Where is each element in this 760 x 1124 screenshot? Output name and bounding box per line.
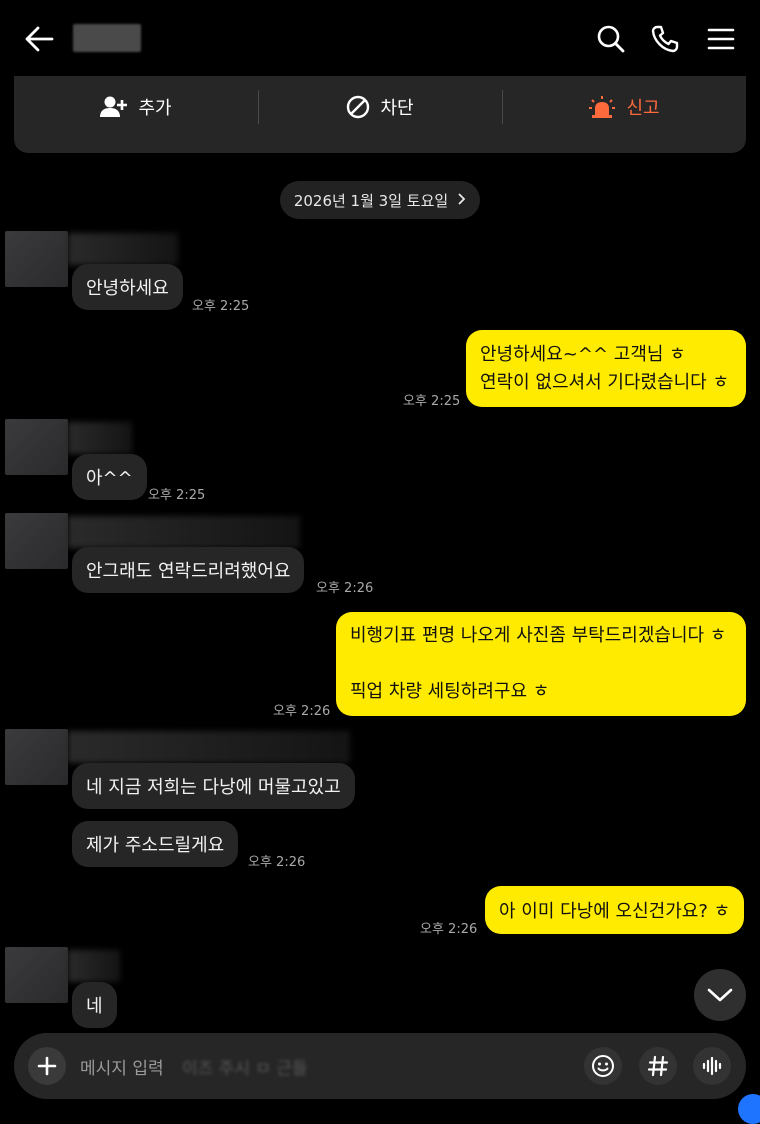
message-time: 오후 2:26 bbox=[248, 855, 306, 870]
add-user-icon bbox=[100, 96, 128, 117]
outgoing-message-bubble[interactable]: 비행기표 편명 나오게 사진좀 부탁드리겠습니다 ㅎ 픽업 차량 세팅하려구요 … bbox=[336, 612, 746, 716]
message-time: 오후 2:26 bbox=[273, 704, 331, 719]
incoming-message-bubble[interactable]: 아^^ bbox=[72, 454, 147, 500]
message-text: 안녕하세요 bbox=[86, 278, 169, 299]
emoji-button[interactable] bbox=[584, 1047, 622, 1085]
message-line: 비행기표 편명 나오게 사진좀 부탁드리겠습니다 ㅎ bbox=[350, 625, 727, 646]
sender-name-blurred bbox=[68, 950, 120, 982]
incoming-message-bubble[interactable]: 안그래도 연락드리려했어요 bbox=[72, 547, 305, 593]
message-text: 아 이미 다낭에 오신건가요? ㅎ bbox=[499, 901, 731, 922]
avatar[interactable] bbox=[5, 947, 68, 1003]
report-label: 신고 bbox=[626, 98, 660, 119]
date-label: 2026년 1월 3일 토요일 bbox=[293, 191, 449, 210]
report-button[interactable]: 신고 bbox=[502, 76, 746, 138]
add-friend-button[interactable]: 추가 bbox=[14, 76, 258, 138]
outgoing-message-bubble[interactable]: 안녕하세요~^^ 고객님 ㅎ 연락이 없으셔서 기다렸습니다 ㅎ bbox=[466, 330, 746, 407]
block-icon bbox=[347, 95, 370, 119]
ghost-text: 이즈 주시 ㅁ 근들 bbox=[182, 1059, 308, 1079]
message-line: 안녕하세요~^^ 고객님 ㅎ bbox=[480, 343, 686, 365]
message-time: 오후 2:25 bbox=[148, 488, 206, 503]
message-text: 아^^ bbox=[86, 468, 133, 489]
hashtag-button[interactable] bbox=[639, 1047, 677, 1085]
message-time: 오후 2:26 bbox=[420, 922, 478, 937]
message-input[interactable]: 메시지 입력 bbox=[80, 1054, 164, 1079]
floating-chat-badge[interactable] bbox=[738, 1094, 760, 1124]
attach-button[interactable] bbox=[28, 1047, 66, 1085]
emoji-icon bbox=[592, 1055, 614, 1077]
date-divider-chip[interactable]: 2026년 1월 3일 토요일 bbox=[280, 181, 480, 219]
arrow-left-icon[interactable] bbox=[22, 22, 56, 56]
avatar[interactable] bbox=[5, 729, 68, 785]
message-text: 네 bbox=[86, 996, 103, 1017]
avatar[interactable] bbox=[5, 231, 68, 287]
message-text: 안그래도 연락드리려했어요 bbox=[86, 561, 291, 582]
plus-icon bbox=[37, 1056, 57, 1076]
voice-button[interactable] bbox=[693, 1047, 731, 1085]
message-time: 오후 2:26 bbox=[316, 581, 374, 596]
avatar[interactable] bbox=[5, 513, 68, 569]
incoming-message-bubble[interactable]: 안녕하세요 bbox=[72, 264, 183, 310]
scroll-to-bottom-button[interactable] bbox=[694, 969, 746, 1021]
chevron-right-icon bbox=[458, 191, 466, 209]
message-input-bar: 이즈 주시 ㅁ 근들 메시지 입력 bbox=[14, 1033, 746, 1099]
top-bar bbox=[0, 0, 760, 78]
add-label: 추가 bbox=[138, 98, 172, 119]
incoming-message-bubble[interactable]: 제가 주소드릴게요 bbox=[72, 821, 239, 867]
siren-icon bbox=[589, 96, 616, 118]
message-time: 오후 2:25 bbox=[403, 394, 461, 409]
message-line: 연락이 없으셔서 기다렸습니다 ㅎ bbox=[480, 371, 730, 393]
chevron-down-icon bbox=[707, 988, 733, 1002]
incoming-message-bubble[interactable]: 네 bbox=[72, 982, 117, 1028]
incoming-message-bubble[interactable]: 네 지금 저희는 다낭에 머물고있고 bbox=[72, 763, 355, 809]
search-icon[interactable] bbox=[594, 22, 628, 56]
sender-name-blurred bbox=[68, 731, 350, 763]
message-text: 제가 주소드릴게요 bbox=[86, 835, 225, 856]
block-button[interactable]: 차단 bbox=[258, 76, 502, 138]
avatar[interactable] bbox=[5, 419, 68, 475]
message-text: 네 지금 저희는 다낭에 머물고있고 bbox=[86, 777, 341, 798]
message-line: 픽업 차량 세팅하려구요 ㅎ bbox=[350, 681, 550, 702]
block-label: 차단 bbox=[380, 98, 414, 119]
message-time: 오후 2:25 bbox=[192, 299, 250, 314]
hamburger-menu-icon[interactable] bbox=[704, 22, 738, 56]
sender-name-blurred bbox=[68, 233, 178, 265]
sender-name-blurred bbox=[68, 422, 132, 454]
outgoing-message-bubble[interactable]: 아 이미 다낭에 오신건가요? ㅎ bbox=[485, 886, 745, 934]
chat-action-bar: 추가 차단 신고 bbox=[14, 76, 746, 153]
hashtag-icon bbox=[647, 1055, 669, 1077]
phone-icon[interactable] bbox=[648, 22, 682, 56]
audio-wave-icon bbox=[702, 1056, 722, 1076]
sender-name-blurred bbox=[68, 516, 300, 548]
chat-partner-name-blurred bbox=[73, 24, 141, 52]
